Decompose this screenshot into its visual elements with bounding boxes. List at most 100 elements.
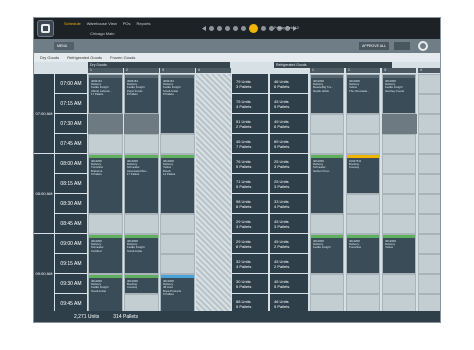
day-dot[interactable] xyxy=(217,26,222,31)
schedule-slot[interactable] xyxy=(418,194,440,214)
summary-pallets: 6 Pallets xyxy=(274,123,290,129)
status-bar xyxy=(89,155,122,158)
day-dot[interactable] xyxy=(209,26,214,31)
card-pallets: 17 Pallets xyxy=(127,171,140,176)
schedule-slot[interactable] xyxy=(310,274,344,294)
card-company: Gerber Prod... xyxy=(313,168,331,173)
appointment-card[interactable]: 4612806 Delivery Schneider Gerber Prod... xyxy=(311,155,343,213)
schedule-slot[interactable] xyxy=(418,94,440,114)
day-dot[interactable] xyxy=(261,26,266,31)
approve-all-button[interactable]: APPROVE ALL xyxy=(359,42,389,50)
schedule-slot[interactable] xyxy=(346,134,380,154)
schedule-slot[interactable] xyxy=(346,114,380,134)
card-company: Nestle Holds xyxy=(313,88,329,93)
total-units: 2,271 Units xyxy=(74,314,100,320)
appointment-card[interactable]: 4612806 Delivery Yellow Bosch 14 Pallets xyxy=(161,155,194,213)
filter-refrigerated-goods[interactable]: Refrigerated Goods xyxy=(67,53,102,62)
summary-pallets: 5 Pallets xyxy=(236,283,252,289)
schedule-slot[interactable] xyxy=(160,254,195,274)
schedule-slot[interactable] xyxy=(382,134,416,154)
appointment-card[interactable]: 4612806 Delivery FedEx Freight Smell-Arelie xyxy=(125,235,158,273)
appointment-card[interactable]: 4612806 Booking Conway xyxy=(125,275,158,293)
nav-schedule[interactable]: Schedule xyxy=(64,21,81,26)
schedule-slot[interactable] xyxy=(382,274,416,294)
schedule-slot[interactable] xyxy=(160,134,195,154)
card-carrier: Yellow xyxy=(385,245,393,250)
appointment-card[interactable]: 4606154 Delivery FedEx Freight Smell-Arelie… xyxy=(161,75,194,133)
card-company: Smell-Arelie xyxy=(91,288,107,293)
slot-summary: 45 Units 3 Pallets xyxy=(270,214,308,234)
summary-pallets: 7 Pallets xyxy=(236,143,252,149)
nav-pos[interactable]: POs xyxy=(123,21,131,26)
filter-frozen-goods[interactable]: Frozen Goods xyxy=(110,53,135,62)
schedule-slot[interactable] xyxy=(418,154,440,174)
schedule-slot[interactable] xyxy=(310,134,344,154)
schedule-slot[interactable] xyxy=(418,234,440,254)
schedule-slot[interactable] xyxy=(382,194,416,214)
appointment-card[interactable]: 4606154 Delivery FedEx Freight Pepsi Foods 8… xyxy=(125,75,158,113)
total-pallets: 314 Pallets xyxy=(113,314,139,320)
status-bar xyxy=(125,155,158,158)
appointment-card[interactable]: 4612806 Delivery FedEx Freight Smell-Arelie xyxy=(89,275,122,313)
schedule-slot[interactable] xyxy=(418,74,440,94)
summary-pallets: 2 Pallets xyxy=(236,123,252,129)
menu-button[interactable]: MENU xyxy=(54,42,74,50)
layout-toggle-button[interactable] xyxy=(394,42,410,50)
slot-summary: 25 Units 3 Pallets xyxy=(270,154,308,174)
day-dot[interactable] xyxy=(225,26,230,31)
schedule-slot[interactable] xyxy=(418,214,440,234)
schedule-slot[interactable] xyxy=(310,114,344,134)
appointment-card[interactable]: 4612806 Delivery FedEx Freight xyxy=(311,235,343,273)
schedule-slot[interactable] xyxy=(124,134,159,154)
appointment-card[interactable]: 4606154 Delivery FedEx Freight Abbott Labor… xyxy=(89,75,122,113)
current-day-dot[interactable] xyxy=(249,24,258,33)
summary-pallets: 2 Pallets xyxy=(274,263,290,269)
nav-reports[interactable]: Reports xyxy=(136,21,150,26)
day-dot[interactable] xyxy=(241,26,246,31)
status-bar xyxy=(161,155,194,158)
slot-summary: 79 Units 3 Pallets xyxy=(232,74,268,94)
appointment-card[interactable]: 4612806 Delivery JB Hunt Bosa Products 6 Pal… xyxy=(161,275,194,313)
appointment-card[interactable]: 4612806 Delivery MuscleRig Tra... Nestle Ho… xyxy=(311,75,343,113)
schedule-slot[interactable] xyxy=(382,214,416,234)
filter-dry-goods[interactable]: Dry Goods xyxy=(40,53,59,62)
location-label[interactable]: Chicago Main xyxy=(90,31,114,36)
appointment-card[interactable]: 10027511 Booking Conway xyxy=(347,155,379,193)
schedule-slot[interactable] xyxy=(346,274,380,294)
schedule-slot[interactable] xyxy=(382,154,416,174)
time-slot-label: 08:45 AM xyxy=(55,214,87,234)
slot-summary: 89 Units 5 Pallets xyxy=(270,134,308,154)
time-slot-label: 08:30 AM xyxy=(55,194,87,214)
schedule-slot[interactable] xyxy=(160,234,195,254)
schedule-grid: Dry Goods Refrigerated Goods 1 2 3 4 1 2 3 4 07:… xyxy=(34,62,440,314)
appointment-card[interactable]: 4612806 Delivery Yellow xyxy=(383,235,415,273)
schedule-slot[interactable] xyxy=(160,214,195,234)
appointment-card[interactable]: 4612806 Delivery Transflow Brahama 9 Pallets xyxy=(89,155,122,213)
schedule-slot[interactable] xyxy=(418,114,440,134)
appointment-card[interactable]: 4612806 Delivery Yellow The Chocolate... xyxy=(347,75,379,113)
nav-warehouse-view[interactable]: Warehouse View xyxy=(87,21,117,26)
schedule-slot[interactable] xyxy=(418,174,440,194)
schedule-slot[interactable] xyxy=(346,194,380,214)
appointment-card[interactable]: 4612806 Delivery Schneider Certified xyxy=(89,235,122,273)
schedule-slot[interactable] xyxy=(418,134,440,154)
schedule-slot[interactable] xyxy=(310,214,344,234)
summary-pallets: 6 Pallets xyxy=(274,83,290,89)
appointment-card[interactable]: 4612806 Delivery Schneider Associated Bra..… xyxy=(125,155,158,213)
schedule-slot[interactable] xyxy=(418,274,440,294)
schedule-slot[interactable] xyxy=(382,174,416,194)
schedule-slot[interactable] xyxy=(124,214,159,234)
status-bar xyxy=(347,155,379,158)
appointment-card[interactable]: 4612806 Delivery FedEx Freight Hershey Food… xyxy=(383,75,415,113)
status-bar xyxy=(347,75,379,78)
slot-summary: 46 Units 6 Pallets xyxy=(270,74,308,94)
day-dot[interactable] xyxy=(233,26,238,31)
appointment-card[interactable]: 4612806 Delivery Transflow xyxy=(347,235,379,273)
gear-icon[interactable] xyxy=(418,41,428,51)
schedule-slot[interactable] xyxy=(88,214,123,234)
prev-arrow-icon[interactable] xyxy=(202,26,206,31)
slot-summary: 29 Units 3 Pallets xyxy=(232,214,268,234)
schedule-slot[interactable] xyxy=(346,214,380,234)
schedule-slot[interactable] xyxy=(88,134,123,154)
schedule-slot[interactable] xyxy=(418,254,440,274)
